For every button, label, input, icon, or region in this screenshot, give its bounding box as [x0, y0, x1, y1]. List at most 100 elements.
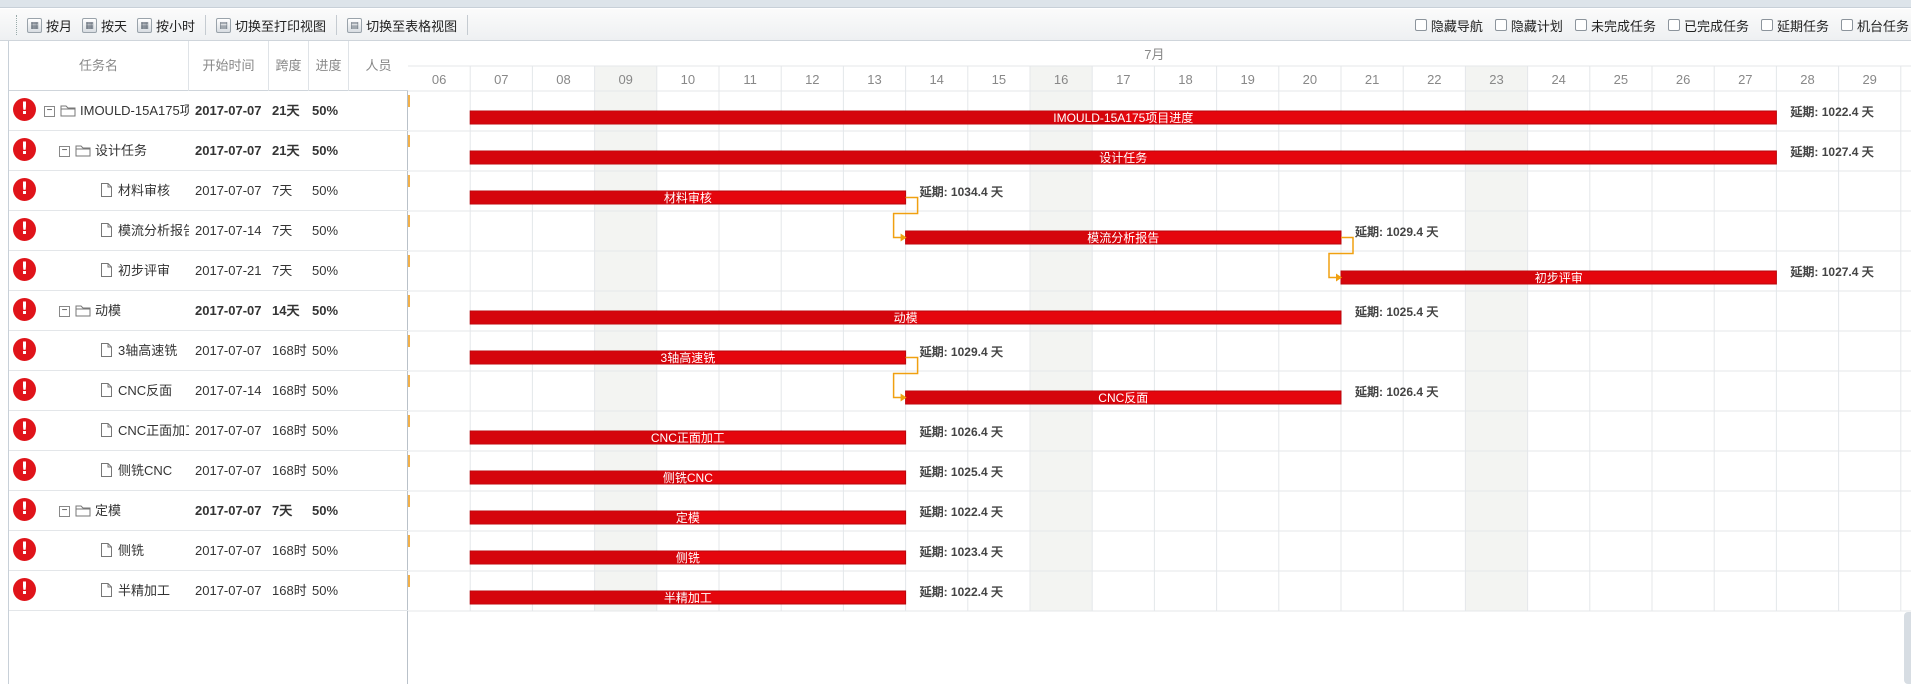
- column-header-span[interactable]: 跨度: [269, 41, 309, 91]
- delayed-tasks-checkbox[interactable]: 延期任务: [1760, 15, 1829, 35]
- completed-tasks-checkbox[interactable]: 已完成任务: [1667, 15, 1749, 35]
- task-row[interactable]: ! CNC反面 2017-07-14 168时 50%: [9, 371, 408, 411]
- row-marker: [408, 415, 410, 427]
- task-row[interactable]: ! 侧铣CNC 2017-07-07 168时 50%: [9, 451, 408, 491]
- checkbox-icon: [1494, 19, 1507, 31]
- delay-label: 延期: 1026.4 天: [919, 424, 1004, 439]
- weekend-column: [1030, 66, 1093, 611]
- task-row[interactable]: ! 半精加工 2017-07-07 168时 50%: [9, 571, 408, 611]
- delay-label: 延期: 1025.4 天: [1354, 304, 1439, 319]
- print-view-button[interactable]: ▤ 切换至打印视图: [216, 15, 326, 35]
- delay-label: 延期: 1029.4 天: [1354, 224, 1439, 239]
- view-hour-button[interactable]: ▦ 按小时: [137, 15, 195, 35]
- task-row[interactable]: ! 3轴高速铣 2017-07-07 168时 50%: [9, 331, 408, 371]
- gantt-bar-progress: [906, 392, 1124, 403]
- checkbox-icon: [1667, 19, 1680, 31]
- view-day-button[interactable]: ▦ 按天: [82, 15, 127, 35]
- task-start-date: 2017-07-14: [195, 223, 262, 238]
- day-label: 07: [494, 72, 508, 87]
- task-start-date: 2017-07-07: [195, 423, 262, 438]
- task-span: 7天: [272, 223, 293, 238]
- collapse-toggle-icon[interactable]: −: [59, 306, 70, 317]
- folder-icon: [60, 105, 76, 117]
- day-label: 20: [1303, 72, 1317, 87]
- table-icon: ▤: [347, 17, 363, 33]
- task-name: 3轴高速铣: [118, 343, 178, 358]
- delay-label: 延期: 1022.4 天: [919, 584, 1004, 599]
- column-header-progress[interactable]: 进度: [309, 41, 349, 91]
- column-header-start[interactable]: 开始时间: [189, 41, 269, 91]
- task-name: 侧铣: [118, 543, 145, 558]
- day-label: 22: [1427, 72, 1441, 87]
- gantt-bar-progress: [471, 112, 1124, 123]
- warning-icon: !: [13, 338, 36, 361]
- collapse-toggle-icon[interactable]: −: [44, 106, 55, 117]
- gantt-canvas: 7月 06 07 08 09 10 11 12 13 14 15 16 17 18 19 20 21 22 23 24…: [408, 47, 1911, 612]
- task-start-date: 2017-07-07: [195, 303, 262, 318]
- gantt-bar-progress: [471, 552, 688, 563]
- gantt-bar-progress: [471, 592, 688, 603]
- task-row[interactable]: ! 初步评审 2017-07-21 7天 50%: [9, 251, 408, 291]
- gantt-bar-progress: [471, 312, 906, 323]
- view-month-button[interactable]: ▦ 按月: [27, 15, 72, 35]
- column-header-task-name[interactable]: 任务名: [9, 41, 189, 91]
- task-name: 侧铣CNC: [118, 463, 173, 478]
- task-progress: 50%: [312, 463, 339, 478]
- task-span: 7天: [272, 503, 293, 518]
- column-header-people[interactable]: 人员: [349, 41, 408, 91]
- gantt-bar-progress: [1342, 272, 1559, 283]
- task-span: 21天: [272, 143, 300, 158]
- gantt-bar-label: 定模: [676, 510, 700, 525]
- file-icon: [101, 343, 112, 357]
- collapse-toggle-icon[interactable]: −: [59, 506, 70, 517]
- gantt-bar-progress: [471, 192, 688, 203]
- task-row[interactable]: ! CNC正面加工 2017-07-07 168时 50%: [9, 411, 408, 451]
- task-row[interactable]: !− IMOULD-15A175项目进度 2017-07-07 21天 50%: [9, 91, 408, 131]
- task-progress: 50%: [312, 543, 339, 558]
- file-icon: [101, 583, 112, 597]
- window-top-strip: [0, 0, 1911, 8]
- collapse-toggle-icon[interactable]: −: [59, 146, 70, 157]
- hide-plan-checkbox[interactable]: 隐藏计划: [1494, 15, 1563, 35]
- gantt-bar-label: IMOULD-15A175项目进度: [1053, 110, 1193, 125]
- warning-icon: !: [13, 578, 36, 601]
- gantt-bar-label: 材料审核: [664, 190, 712, 205]
- task-progress: 50%: [312, 503, 339, 518]
- task-row[interactable]: ! 材料审核 2017-07-07 7天 50%: [9, 171, 408, 211]
- task-name: 初步评审: [118, 263, 171, 278]
- day-label: 17: [1116, 72, 1130, 87]
- day-label: 15: [992, 72, 1006, 87]
- day-label: 12: [805, 72, 819, 87]
- task-start-date: 2017-07-07: [195, 183, 262, 198]
- delay-label: 延期: 1022.4 天: [919, 504, 1004, 519]
- table-view-button[interactable]: ▤ 切换至表格视图: [347, 15, 457, 35]
- task-progress: 50%: [312, 343, 339, 358]
- task-row[interactable]: ! − 定模 2017-07-07 7天 50%: [9, 491, 408, 531]
- task-grid: 任务名 开始时间 跨度 进度 人员 !−IMOULD-15A175项目进度201…: [8, 41, 408, 684]
- warning-icon: !: [13, 498, 36, 521]
- gantt-bar-progress: [471, 352, 688, 363]
- day-label: 26: [1676, 72, 1690, 87]
- task-progress: 50%: [312, 423, 339, 438]
- delay-label: 延期: 1025.4 天: [919, 464, 1004, 479]
- file-icon: [101, 223, 112, 237]
- task-start-date: 2017-07-07: [195, 463, 262, 478]
- task-row[interactable]: ! − 动模 2017-07-07 14天 50%: [9, 291, 408, 331]
- row-marker: [408, 255, 410, 267]
- task-span: 168时: [272, 423, 307, 438]
- machine-tasks-checkbox[interactable]: 机台任务: [1840, 15, 1909, 35]
- row-marker: [408, 575, 410, 587]
- checkbox-icon: [1840, 19, 1853, 31]
- toolbar-filters: 隐藏导航 隐藏计划 未完成任务 已完成任务 延期任务 机台任务: [1403, 15, 1909, 35]
- gantt-chart: 7月 06 07 08 09 10 11 12 13 14 15 16 17 18 19 20 21 22 23 24…: [408, 41, 1911, 684]
- file-icon: [101, 423, 112, 437]
- panel-scroll-handle[interactable]: [1904, 612, 1911, 684]
- task-row[interactable]: ! 侧铣 2017-07-07 168时 50%: [9, 531, 408, 571]
- hide-navigation-checkbox[interactable]: 隐藏导航: [1414, 15, 1483, 35]
- task-row[interactable]: ! − 设计任务 2017-07-07 21天 50%: [9, 131, 408, 171]
- month-label: 7月: [1144, 47, 1164, 62]
- task-row[interactable]: ! 模流分析报告 2017-07-14 7天 50%: [9, 211, 408, 251]
- task-progress: 50%: [312, 303, 339, 318]
- incomplete-tasks-checkbox[interactable]: 未完成任务: [1574, 15, 1656, 35]
- day-label: 10: [681, 72, 695, 87]
